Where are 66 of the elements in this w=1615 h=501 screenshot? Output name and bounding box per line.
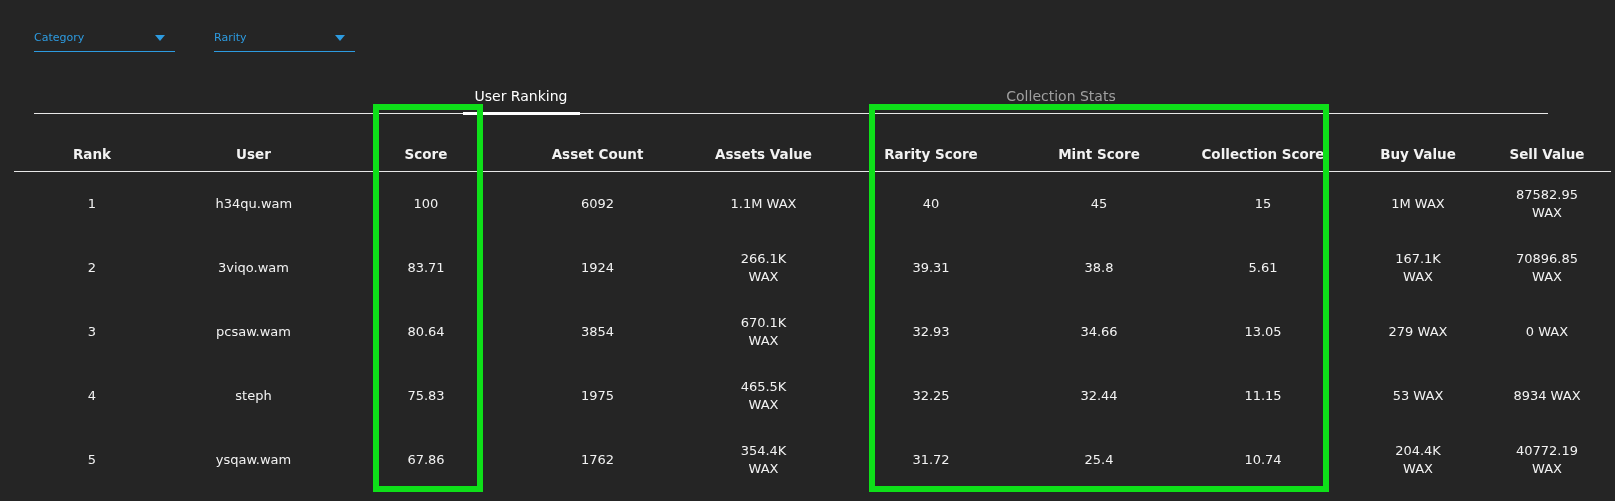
table-cell: 31.72 [912, 451, 950, 469]
table-cell: 80.64 [407, 323, 445, 341]
column-header: Rarity Score [884, 146, 978, 162]
column-header: Asset Count [551, 146, 644, 162]
table-cell-text: 465.5K WAX [739, 378, 788, 414]
table-cell: 15 [1254, 195, 1272, 213]
table-cell: 32.25 [912, 387, 950, 405]
table-cell: 5.61 [1248, 259, 1278, 277]
column-header: Collection Score [1201, 146, 1325, 162]
table-cell: steph [235, 387, 272, 405]
table-cell-text: 204.4K WAX [1394, 442, 1442, 478]
table-cell: 279 WAX [1388, 323, 1448, 341]
table-cell: 6092 [580, 195, 615, 213]
table-cell: 75.83 [407, 387, 445, 405]
column-header: Buy Value [1380, 146, 1456, 162]
table-cell: 8934 WAX [1513, 387, 1581, 405]
table-cell: 3854 [580, 323, 615, 341]
table-cell: 40 [922, 195, 940, 213]
caret-icon [335, 34, 345, 41]
tab[interactable]: Collection Stats [994, 82, 1128, 115]
table-cell: 4 [87, 387, 97, 405]
table-cell: 32.44 [1080, 387, 1118, 405]
column-header: Score [404, 146, 448, 162]
table-cell: 3 [87, 323, 97, 341]
column-header: Sell Value [1509, 146, 1585, 162]
table-cell: 1M WAX [1391, 195, 1445, 213]
table-cell: 2 [87, 259, 97, 277]
table-cell: 5 [87, 451, 97, 469]
tab[interactable]: User Ranking [462, 82, 580, 115]
table-cell-text: 266.1K WAX [739, 250, 788, 286]
table-cell: 45 [1090, 195, 1108, 213]
table-cell-text: 354.4K WAX [739, 442, 788, 478]
table-cell: 53 WAX [1392, 387, 1444, 405]
table-cell-text: 87582.95 WAX [1515, 186, 1579, 222]
table-cell-text: 40772.19 WAX [1515, 442, 1579, 478]
table-cell: 1.1M WAX [730, 195, 797, 213]
table-cell-text: 167.1K WAX [1394, 250, 1442, 286]
table-cell: 11.15 [1244, 387, 1282, 405]
table-cell: 34.66 [1080, 323, 1118, 341]
dropdown-field[interactable]: Rarity [214, 24, 355, 52]
table-cell: 25.4 [1084, 451, 1114, 469]
caret-icon [155, 34, 165, 41]
table-cell-text: 670.1K WAX [739, 314, 788, 350]
table-cell: 100 [413, 195, 439, 213]
dropdown-field[interactable]: Category [34, 24, 175, 52]
table-cell: 83.71 [407, 259, 445, 277]
table-cell: 1 [87, 195, 97, 213]
table-cell: h34qu.wam [215, 195, 292, 213]
table-cell: 39.31 [912, 259, 950, 277]
column-header: Rank [72, 146, 112, 162]
table-cell: 13.05 [1244, 323, 1282, 341]
table-cell: 67.86 [407, 451, 445, 469]
table-cell: 10.74 [1244, 451, 1282, 469]
column-header: Mint Score [1058, 146, 1140, 162]
table-cell: 32.93 [912, 323, 950, 341]
table-cell: 1975 [580, 387, 615, 405]
table-cell: 3viqo.wam [218, 259, 289, 277]
table-cell: 0 WAX [1525, 323, 1569, 341]
table-cell: 1924 [580, 259, 615, 277]
column-header: User [236, 146, 271, 162]
table-cell: 38.8 [1084, 259, 1114, 277]
table-cell: 1762 [580, 451, 615, 469]
table-cell: pcsaw.wam [216, 323, 291, 341]
table-cell-text: 70896.85 WAX [1515, 250, 1579, 286]
table-cell: ysqaw.wam [215, 451, 292, 469]
column-header: Assets Value [714, 146, 813, 162]
